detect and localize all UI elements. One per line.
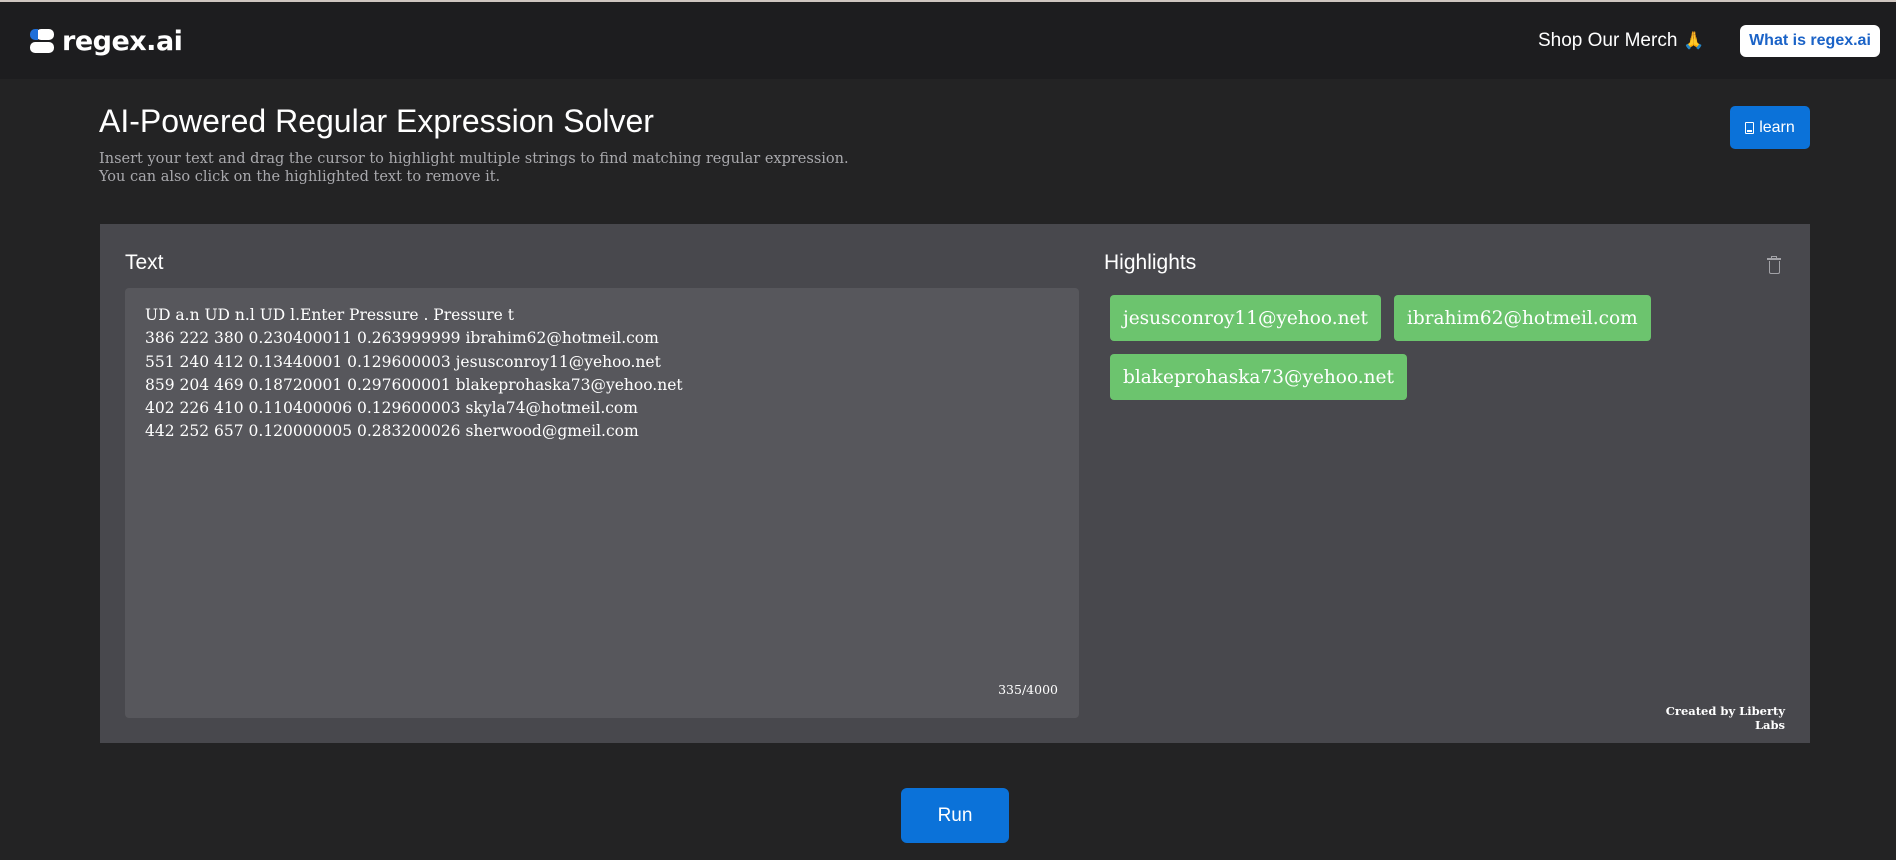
what-is-regex-button[interactable]: What is regex.ai <box>1740 25 1880 57</box>
highlights-section-title: Highlights <box>1104 251 1197 274</box>
praying-hands-icon: 🙏 <box>1683 31 1705 50</box>
text-section-title: Text <box>125 251 164 274</box>
shop-merch-link[interactable]: Shop Our Merch 🙏 <box>1538 30 1705 52</box>
subtitle-line-1: Insert your text and drag the cursor to … <box>99 151 849 167</box>
highlight-chip[interactable]: jesusconroy11@yehoo.net <box>1110 295 1381 341</box>
trash-icon[interactable] <box>1767 256 1781 275</box>
subtitle-line-2: You can also click on the highlighted te… <box>99 169 501 185</box>
logo-text: regex.ai <box>62 25 183 57</box>
text-content[interactable]: UD a.n UD n.l UD l.Enter Pressure . Pres… <box>145 304 1045 444</box>
shop-merch-label: Shop Our Merch <box>1538 30 1678 51</box>
learn-label: learn <box>1759 118 1795 136</box>
book-icon <box>1745 121 1755 134</box>
page-title: AI-Powered Regular Expression Solver <box>99 103 654 139</box>
text-input-area[interactable]: UD a.n UD n.l UD l.Enter Pressure . Pres… <box>125 288 1079 718</box>
highlight-chip[interactable]: ibrahim62@hotmeil.com <box>1393 295 1651 341</box>
page-subtitle: Insert your text and drag the cursor to … <box>99 150 899 186</box>
highlight-chip[interactable]: blakeprohaska73@yehoo.net <box>1110 354 1407 400</box>
learn-button[interactable]: learn <box>1730 106 1810 149</box>
main-panel: Text Highlights UD a.n UD n.l UD l.Enter… <box>100 224 1810 743</box>
run-button[interactable]: Run <box>901 788 1009 843</box>
regex-logo-icon <box>30 27 56 55</box>
navbar: regex.ai Shop Our Merch 🙏 What is regex.… <box>0 2 1896 79</box>
char-count: 335/4000 <box>998 682 1058 697</box>
highlights-list: jesusconroy11@yehoo.net ibrahim62@hotmei… <box>1110 295 1670 400</box>
logo[interactable]: regex.ai <box>30 25 183 57</box>
credit-text: Created by Liberty Labs <box>1665 704 1785 732</box>
